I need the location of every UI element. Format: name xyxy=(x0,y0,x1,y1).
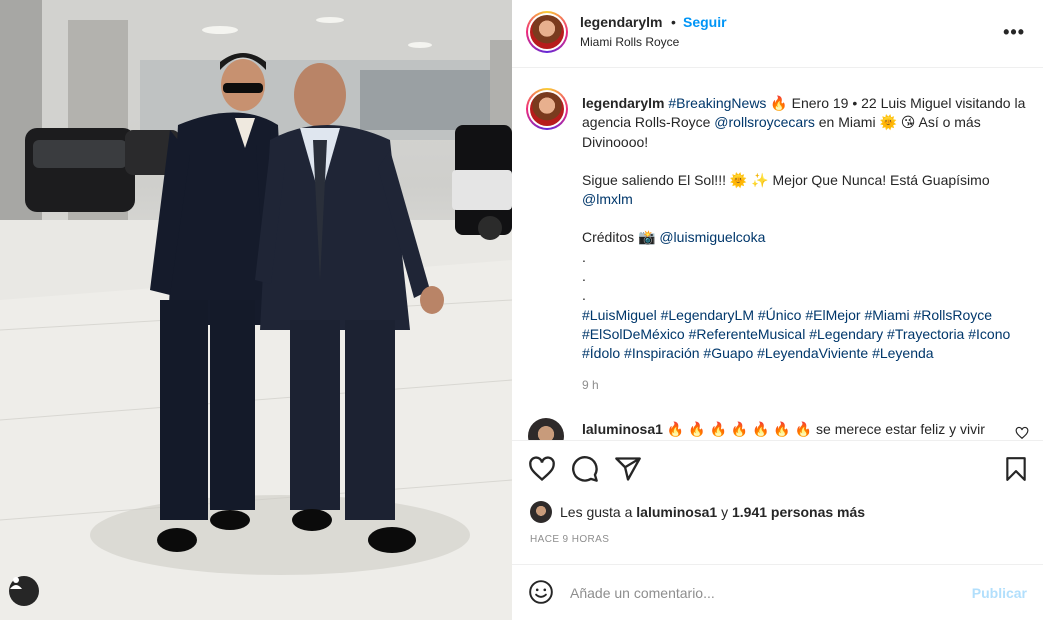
likes-summary[interactable]: Les gusta a laluminosa1 y 1.941 personas… xyxy=(530,501,865,523)
more-options-icon[interactable]: ••• xyxy=(1003,22,1025,43)
author-avatar[interactable] xyxy=(526,11,568,53)
add-comment-bar: Publicar xyxy=(512,564,1043,620)
likes-count[interactable]: 1.941 personas más xyxy=(732,504,865,520)
author-username[interactable]: legendarylm xyxy=(580,14,662,30)
caption-avatar[interactable] xyxy=(526,88,568,130)
post-location[interactable]: Miami Rolls Royce xyxy=(580,35,679,49)
caption-hashtags[interactable]: #LuisMiguel #LegendaryLM #Único #ElMejor… xyxy=(582,306,1032,364)
user-tag-icon xyxy=(10,577,22,589)
heart-icon[interactable] xyxy=(528,455,556,483)
caption-dot: . xyxy=(582,268,586,285)
likes-conj: y xyxy=(721,504,729,520)
mention-link[interactable]: @luismiguelcoka xyxy=(659,229,765,245)
comment-item: laluminosa1 🔥 🔥 🔥 🔥 🔥 🔥 🔥 se merece esta… xyxy=(582,421,985,438)
emoji-icon[interactable] xyxy=(528,579,554,605)
likes-prefix: Les gusta a xyxy=(560,504,633,520)
comment-input[interactable] xyxy=(570,579,950,607)
post-photo[interactable] xyxy=(0,0,512,620)
commenter-username[interactable]: laluminosa1 xyxy=(582,421,663,437)
caption-text: Sigue saliendo El Sol!!! 🌞 ✨ Mejor Que N… xyxy=(582,171,990,188)
comment-heart-icon[interactable] xyxy=(1015,426,1029,440)
hashtag-link[interactable]: #BreakingNews xyxy=(668,95,766,111)
caption-dot: . xyxy=(582,248,586,265)
liker-username[interactable]: laluminosa1 xyxy=(636,504,717,520)
header-separator: • xyxy=(671,14,676,30)
caption-dot: . xyxy=(582,287,586,304)
bookmark-icon[interactable] xyxy=(1003,455,1029,483)
comment-text: 🔥 🔥 🔥 🔥 🔥 🔥 🔥 se merece estar feliz y vi… xyxy=(666,421,985,437)
publish-button[interactable]: Publicar xyxy=(972,585,1027,601)
follow-button[interactable]: Seguir xyxy=(683,14,727,30)
comments-section[interactable]: legendarylm #BreakingNews 🔥 Enero 19 • 2… xyxy=(512,68,1043,440)
post-caption: legendarylm #BreakingNews 🔥 Enero 19 • 2… xyxy=(582,94,1032,364)
commenter-avatar[interactable] xyxy=(528,418,564,440)
user-tag-button[interactable] xyxy=(9,576,39,606)
caption-text: Créditos 📸 xyxy=(582,229,660,246)
post-timestamp[interactable]: HACE 9 HORAS xyxy=(530,534,609,545)
mention-link[interactable]: @rollsroycecars xyxy=(714,114,815,130)
post-header: legendarylm • Seguir Miami Rolls Royce •… xyxy=(512,0,1043,68)
comment-icon[interactable] xyxy=(571,455,599,483)
caption-username[interactable]: legendarylm xyxy=(582,95,664,111)
caption-time-ago: 9 h xyxy=(582,378,599,392)
mention-link[interactable]: @lmxlm xyxy=(582,191,633,207)
liker-avatar[interactable] xyxy=(530,501,552,523)
share-icon[interactable] xyxy=(614,455,642,483)
post-actions: Les gusta a laluminosa1 y 1.941 personas… xyxy=(512,440,1043,556)
post-panel: legendarylm • Seguir Miami Rolls Royce •… xyxy=(512,0,1043,620)
photo-scene xyxy=(0,0,512,620)
